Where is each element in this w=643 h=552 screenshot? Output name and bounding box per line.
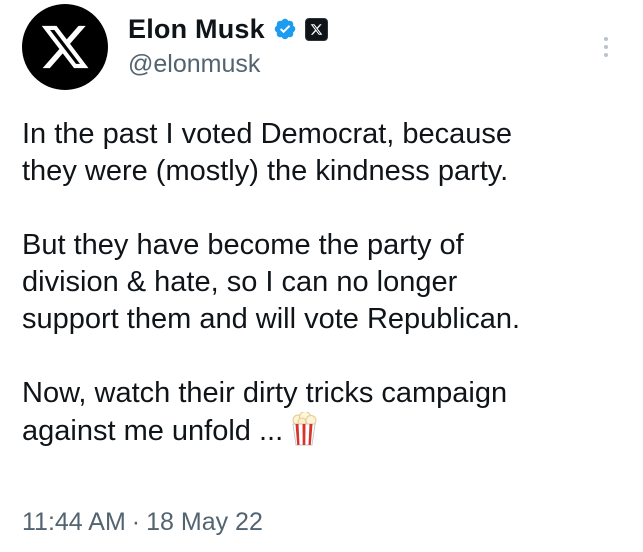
tweet-paragraph: In the past I voted Democrat, because th…	[22, 116, 622, 190]
verified-badge-icon	[274, 18, 296, 40]
tweet-date: 18 May 22	[146, 508, 263, 536]
more-dot-icon	[604, 45, 608, 49]
x-affiliate-badge-icon	[304, 17, 328, 41]
tweet-paragraph: Now, watch their dirty tricks campaign a…	[22, 375, 622, 450]
tweet-line: they were (mostly) the kindness party.	[22, 155, 509, 187]
timestamp-separator: ·	[131, 508, 141, 536]
tweet-line-with-emoji: against me unfold ...	[22, 412, 622, 450]
tweet-card: Elon Musk @elonmusk In the past I voted …	[0, 0, 643, 552]
tweet-text: In the past I voted Democrat, because th…	[22, 116, 622, 487]
tweet-timestamp[interactable]: 11:44 AM · 18 May 22	[22, 508, 263, 537]
tweet-line: support them and will vote Republican.	[22, 303, 521, 335]
more-options-button[interactable]	[594, 30, 618, 64]
author-display-name[interactable]: Elon Musk	[128, 14, 265, 45]
author-handle[interactable]: @elonmusk	[128, 50, 260, 79]
tweet-paragraph: But they have become the party of divisi…	[22, 227, 622, 338]
x-logo-icon	[41, 25, 89, 69]
more-dot-icon	[604, 53, 608, 57]
popcorn-icon	[292, 412, 317, 446]
avatar[interactable]	[22, 4, 108, 90]
tweet-line: Now, watch their dirty tricks campaign	[22, 377, 508, 409]
tweet-line-text: against me unfold ...	[22, 415, 284, 447]
more-dot-icon	[604, 37, 608, 41]
tweet-line: division & hate, so I can no longer	[22, 266, 458, 298]
author-name-row: Elon Musk	[128, 12, 328, 46]
tweet-line: But they have become the party of	[22, 229, 464, 261]
tweet-time: 11:44 AM	[22, 508, 126, 536]
tweet-line: In the past I voted Democrat, because	[22, 118, 513, 150]
